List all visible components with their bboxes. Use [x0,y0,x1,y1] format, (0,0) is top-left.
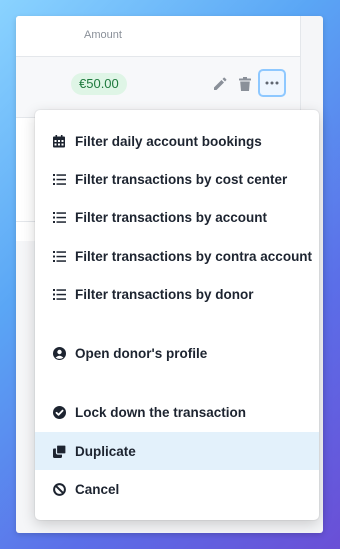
menu-item-label: Lock down the transaction [75,404,247,420]
menu-item-open-donor-profile[interactable]: Open donor's profile [35,334,319,372]
list-icon [52,249,66,263]
menu-item-filter-account[interactable]: Filter transactions by account [35,198,319,236]
menu-item-filter-contra-account[interactable]: Filter transactions by contra account [35,237,319,275]
menu-item-duplicate[interactable]: Duplicate [35,432,319,470]
menu-item-label: Cancel [75,481,120,497]
user-circle-icon [52,346,66,360]
menu-item-lock-transaction[interactable]: Lock down the transaction [35,393,319,431]
table-row[interactable]: €50.00 [16,57,300,118]
check-circle-icon [52,405,66,419]
menu-item-label: Duplicate [75,443,136,459]
amount-badge: €50.00 [71,73,127,95]
menu-item-label: Filter daily account bookings [75,133,262,149]
menu-item-label: Filter transactions by contra account [75,248,313,264]
list-icon [52,287,66,301]
menu-item-filter-daily-bookings[interactable]: Filter daily account bookings [35,122,319,160]
list-icon [52,172,66,186]
menu-item-label: Filter transactions by account [75,209,268,225]
pencil-icon[interactable] [209,73,231,95]
menu-item-filter-cost-center[interactable]: Filter transactions by cost center [35,160,319,198]
row-actions-menu: Filter daily account bookings Filter tra… [35,110,319,520]
trash-icon[interactable] [234,73,256,95]
ban-icon [52,482,66,496]
table-header: Amount [16,16,300,57]
menu-item-label: Filter transactions by donor [75,286,254,302]
menu-item-label: Filter transactions by cost center [75,171,288,187]
column-header-amount: Amount [84,29,122,41]
menu-item-cancel[interactable]: Cancel [35,470,319,508]
list-icon [52,210,66,224]
menu-item-label: Open donor's profile [75,345,208,361]
copy-icon [52,444,66,458]
ellipsis-icon[interactable] [258,69,286,97]
calendar-icon [52,134,66,148]
menu-item-filter-donor[interactable]: Filter transactions by donor [35,275,319,313]
